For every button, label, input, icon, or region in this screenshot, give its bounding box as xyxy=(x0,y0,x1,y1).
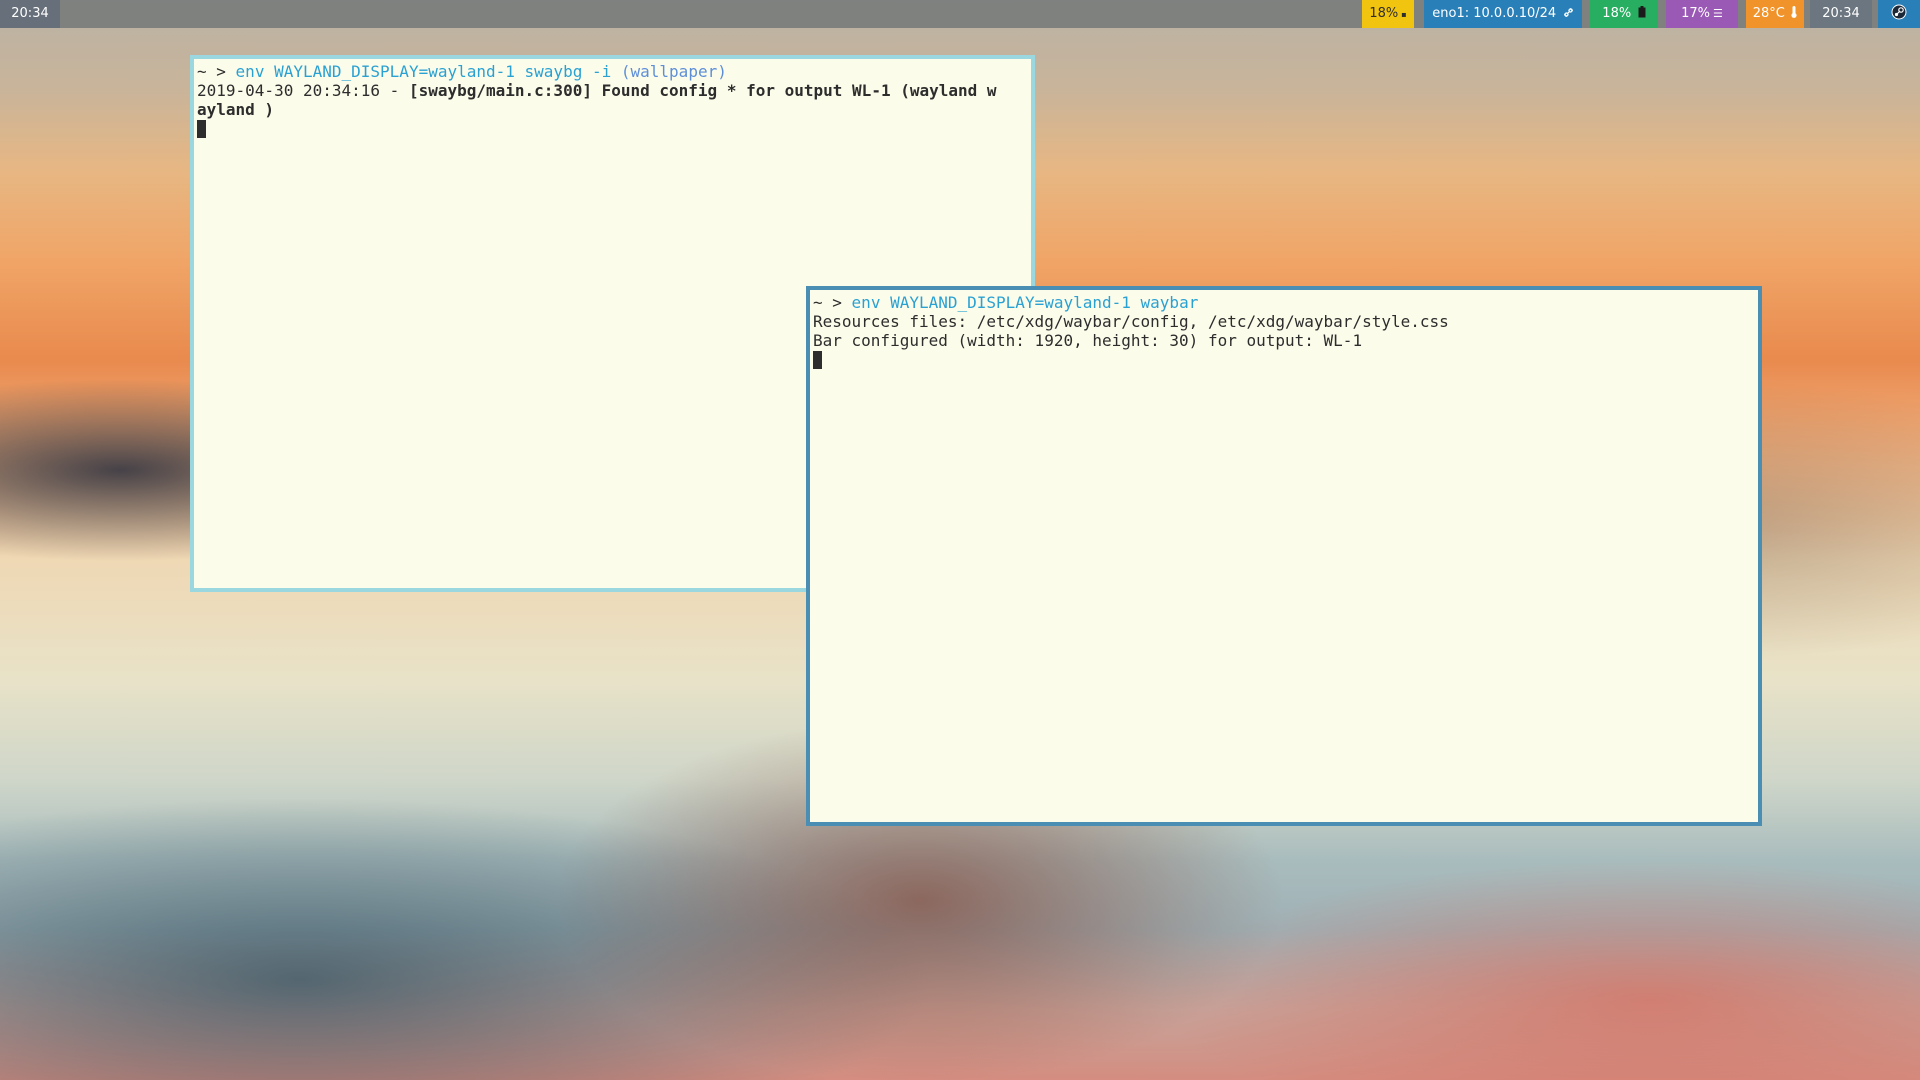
terminal2-command: env WAYLAND_DISPLAY=wayland-1 waybar xyxy=(851,293,1199,312)
clock-module[interactable]: 20:34 xyxy=(1810,0,1872,28)
clock-value: 20:34 xyxy=(1822,6,1860,21)
thermometer-icon xyxy=(1788,6,1798,20)
cpu-icon: ▪ xyxy=(1401,10,1407,19)
memory-icon: ☰ xyxy=(1713,7,1723,20)
system-tray[interactable] xyxy=(1878,0,1920,28)
workspace-button[interactable]: 20:34 xyxy=(0,0,60,28)
steam-icon[interactable] xyxy=(1891,4,1907,21)
terminal1-argument: wallpaper xyxy=(630,62,718,81)
battery-value: 18% xyxy=(1602,6,1632,21)
terminal-window-waybar[interactable]: ~ > env WAYLAND_DISPLAY=wayland-1 waybar… xyxy=(806,286,1762,826)
network-module[interactable]: eno1: 10.0.0.10/24 xyxy=(1424,0,1582,28)
cpu-module[interactable]: 18% ▪ xyxy=(1362,0,1414,28)
terminal2-resources-line: Resources files: /etc/xdg/waybar/config,… xyxy=(813,312,1449,331)
terminal1-command: env WAYLAND_DISPLAY=wayland-1 swaybg -i xyxy=(235,62,612,81)
battery-module[interactable]: 18% xyxy=(1590,0,1658,28)
terminal1-timestamp: 2019-04-30 20:34:16 - xyxy=(197,81,400,100)
terminal1-log-message: [swaybg/main.c:300] Found config * for o… xyxy=(408,81,997,100)
waybar-top-bar: 20:34 18% ▪ eno1: 10.0.0.10/24 18% 17% ☰ 2… xyxy=(0,0,1920,28)
cpu-value: 18% xyxy=(1369,6,1399,21)
terminal2-prompt: ~ > xyxy=(813,293,842,312)
battery-icon xyxy=(1634,6,1646,20)
link-icon xyxy=(1559,7,1574,20)
memory-module[interactable]: 17% ☰ xyxy=(1666,0,1738,28)
temperature-module[interactable]: 28°C xyxy=(1746,0,1804,28)
terminal2-bar-configured-line: Bar configured (width: 1920, height: 30)… xyxy=(813,331,1363,350)
memory-value: 17% xyxy=(1681,6,1711,21)
terminal1-log-message-wrap: ayland ) xyxy=(197,100,275,119)
terminal2-cursor xyxy=(813,351,822,369)
terminal1-cursor xyxy=(197,120,206,138)
network-value: eno1: 10.0.0.10/24 xyxy=(1432,6,1557,21)
terminal1-prompt: ~ > xyxy=(197,62,226,81)
terminal1-paren-close: ) xyxy=(717,62,727,81)
workspace-label: 20:34 xyxy=(11,6,49,21)
temperature-value: 28°C xyxy=(1752,6,1785,21)
terminal1-paren-open: ( xyxy=(620,62,631,81)
